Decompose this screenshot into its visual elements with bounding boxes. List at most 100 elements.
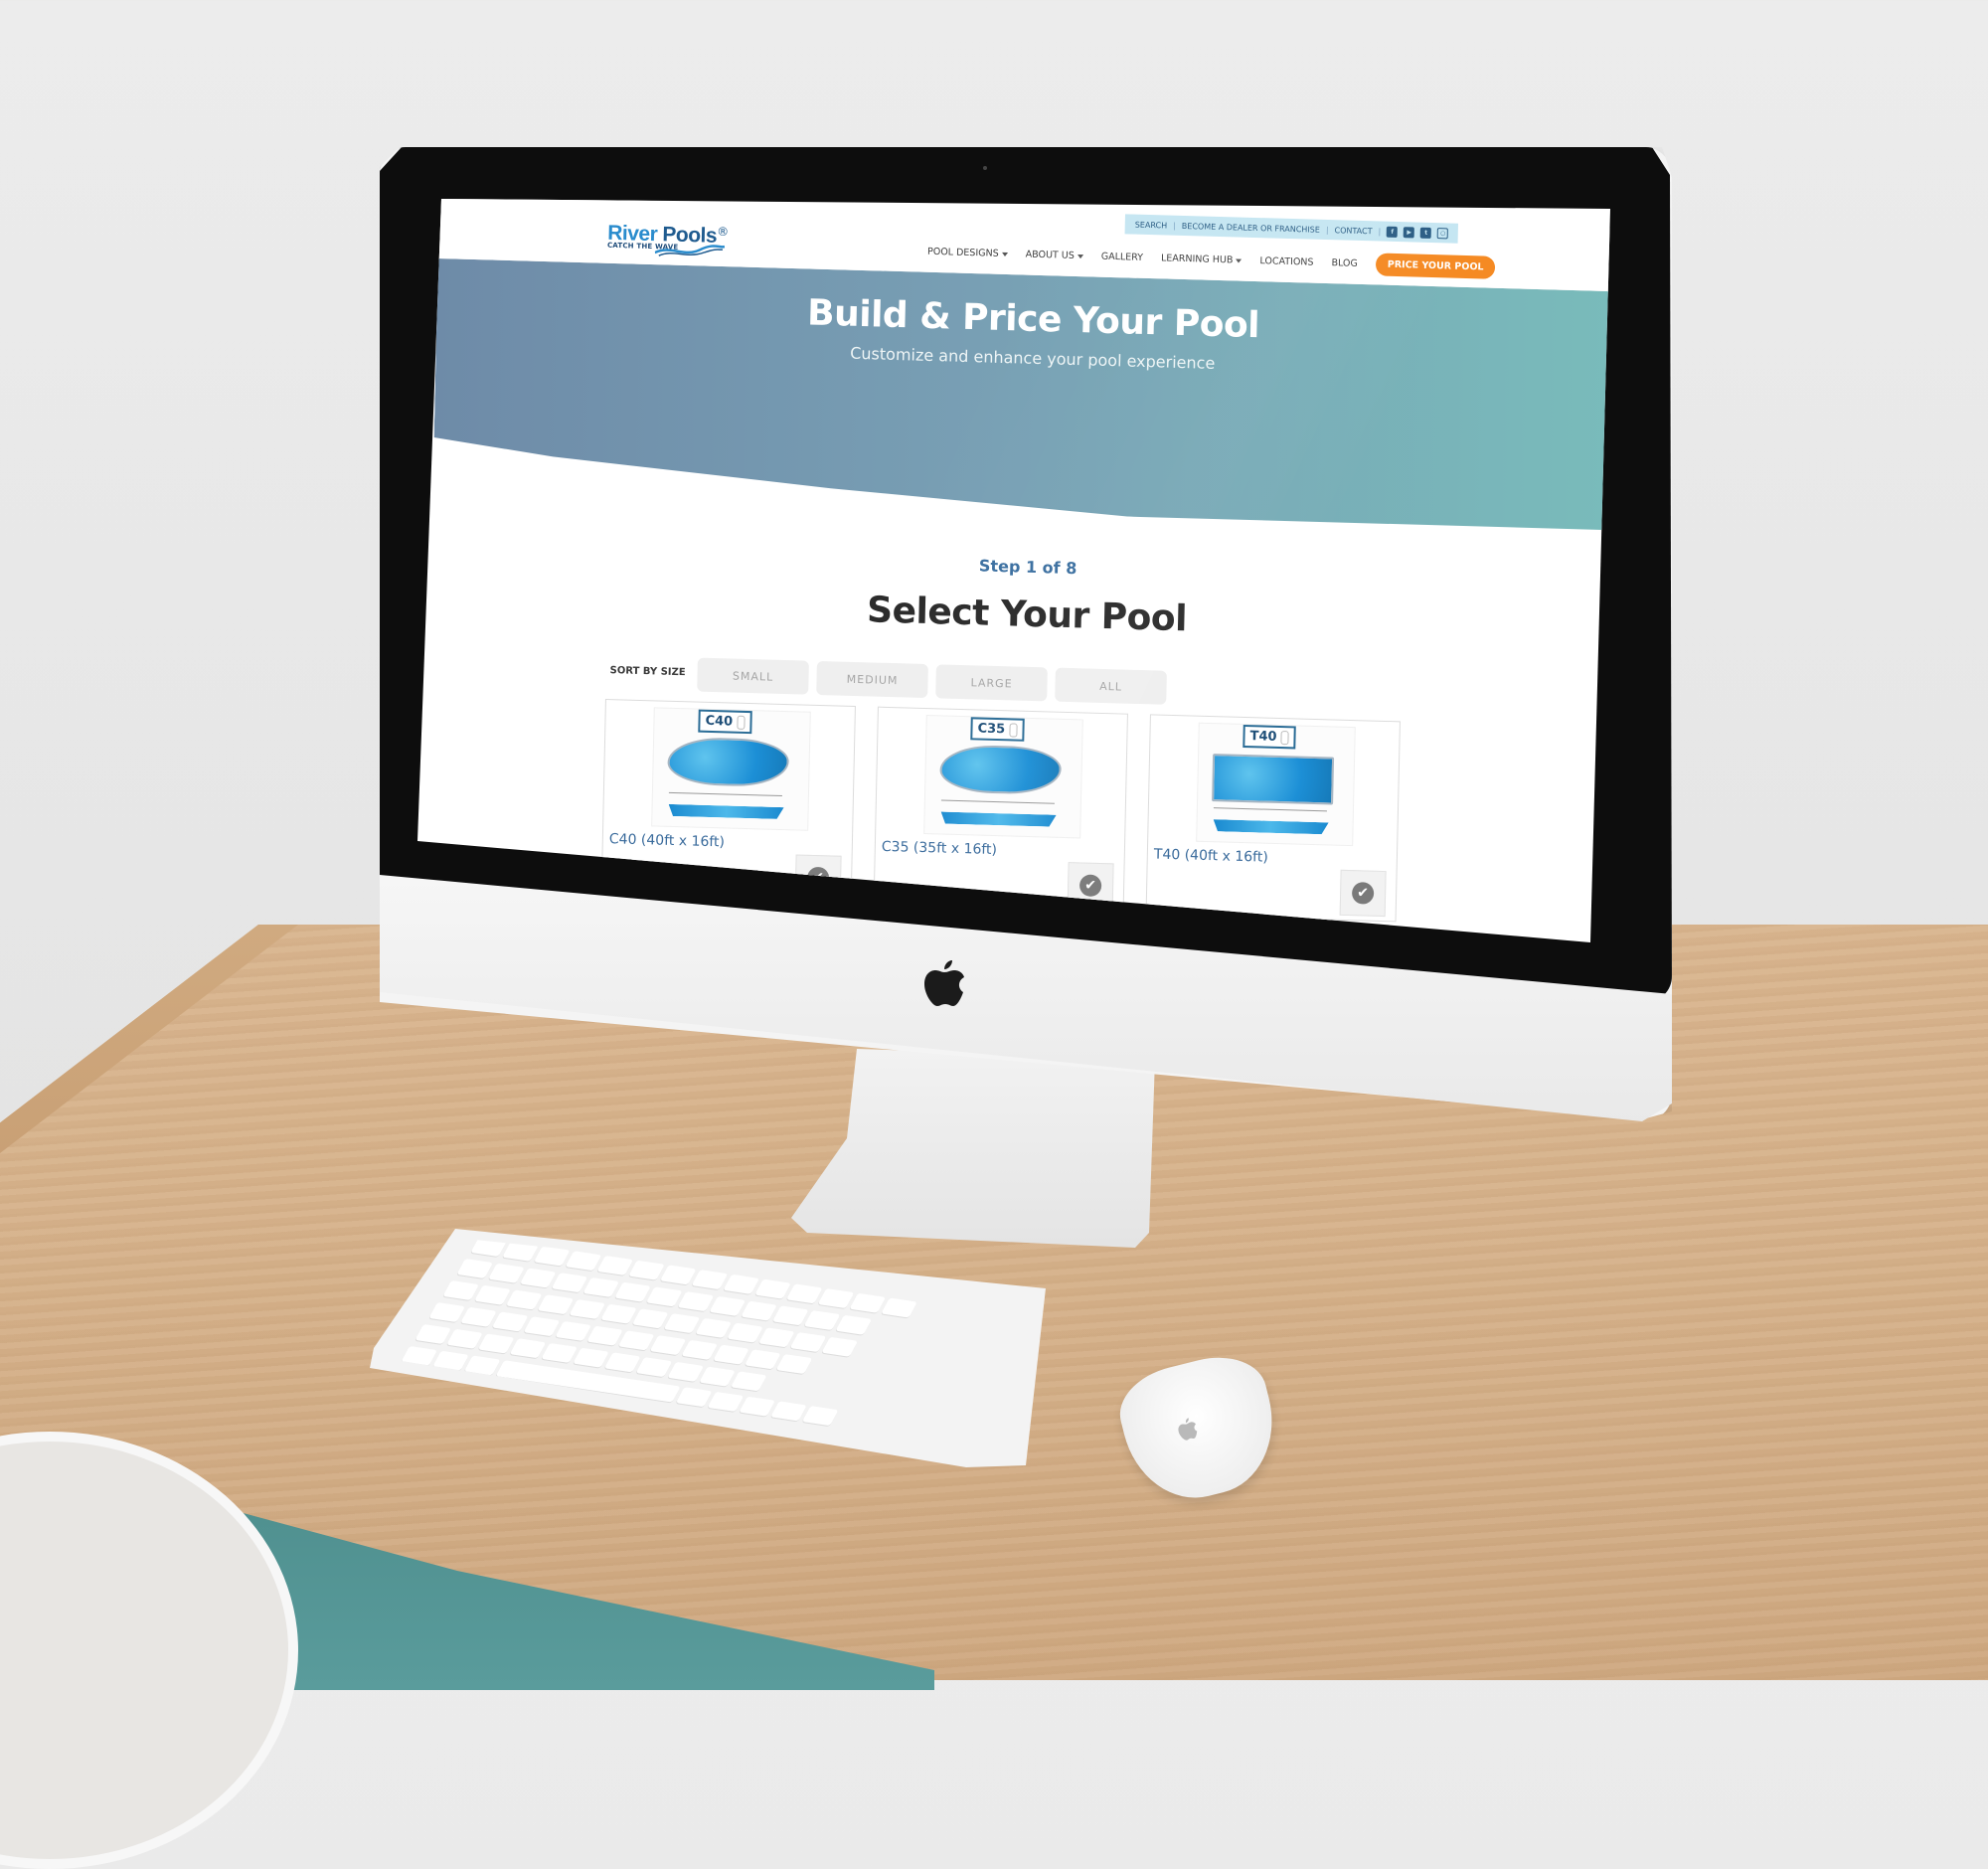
key [505, 1289, 543, 1310]
pool-card-t40[interactable]: T40 T40 (40ft x 16ft) ✔ [1145, 714, 1401, 923]
key [775, 1354, 813, 1375]
nav-label: BLOG [1331, 257, 1358, 269]
key [785, 1283, 823, 1304]
website: River Pools® CATCH THE WAVE SEARCH | BEC… [422, 199, 1610, 942]
separator: | [1325, 225, 1329, 235]
check-icon: ✔ [1351, 882, 1375, 905]
key [757, 1327, 795, 1348]
key [603, 1352, 641, 1373]
key [770, 1401, 807, 1422]
check-icon: ✔ [1078, 874, 1102, 898]
key [821, 1336, 859, 1357]
sort-medium-button[interactable]: MEDIUM [816, 660, 928, 699]
nav-gallery[interactable]: GALLERY [1101, 252, 1143, 263]
pool-side-view [940, 812, 1056, 827]
nav-about-us[interactable]: ABOUT US [1026, 250, 1083, 262]
pool-code: C35 [977, 721, 1006, 738]
apple-logo-icon [1178, 1418, 1198, 1441]
key [582, 1276, 620, 1297]
key [488, 1263, 525, 1283]
nav-learning-hub[interactable]: LEARNING HUB [1161, 253, 1242, 265]
key [849, 1292, 887, 1313]
key [456, 1259, 494, 1279]
pool-top-view [1212, 754, 1335, 805]
sort-all-button[interactable]: ALL [1055, 667, 1167, 705]
facebook-icon[interactable]: f [1387, 226, 1399, 238]
pool-card-c35[interactable]: C35 C35 (35ft x 16ft) ✔ [873, 706, 1128, 915]
key [835, 1314, 873, 1335]
key [509, 1338, 547, 1359]
key [428, 1302, 466, 1323]
apple-logo-icon [924, 960, 964, 1006]
key [803, 1310, 841, 1331]
pool-diagram: T40 [1196, 722, 1356, 847]
key [677, 1291, 715, 1312]
youtube-icon[interactable]: ▶ [1404, 226, 1415, 238]
utility-link-contact[interactable]: CONTACT [1334, 226, 1372, 236]
pool-side-view [1213, 819, 1328, 834]
key [596, 1255, 634, 1275]
camera-dot [983, 166, 987, 170]
key [533, 1246, 571, 1267]
separator: | [1173, 221, 1176, 231]
key [771, 1305, 809, 1326]
utility-link-dealer[interactable]: BECOME A DEALER OR FRANCHISE [1182, 221, 1320, 234]
key [460, 1306, 497, 1327]
pool-code-badge: T40 [1242, 724, 1296, 750]
key [631, 1308, 669, 1329]
key [477, 1333, 515, 1354]
pool-name: T40 (40ft x 16ft) [1153, 846, 1268, 866]
imac-screen: River Pools® CATCH THE WAVE SEARCH | BEC… [417, 199, 1610, 942]
key [744, 1349, 781, 1370]
key [801, 1406, 839, 1427]
key [628, 1260, 665, 1280]
pool-shape-icon [737, 715, 746, 730]
key [635, 1357, 673, 1378]
sort-label: SORT BY SIZE [609, 665, 686, 679]
key [551, 1273, 588, 1293]
key [491, 1311, 529, 1332]
key [474, 1284, 511, 1305]
sort-large-button[interactable]: LARGE [935, 664, 1048, 702]
select-pool-button[interactable]: ✔ [1339, 869, 1387, 918]
key [600, 1303, 637, 1324]
pool-name: C40 (40ft x 16ft) [608, 831, 726, 851]
key [817, 1288, 855, 1309]
key [667, 1361, 705, 1382]
logo-registered-mark: ® [717, 224, 730, 240]
key [565, 1251, 602, 1272]
pool-top-view [667, 736, 790, 788]
pool-top-view [939, 744, 1063, 795]
key [649, 1335, 687, 1356]
caret-down-icon [1001, 252, 1008, 256]
river-pools-logo[interactable]: River Pools® CATCH THE WAVE [607, 222, 730, 256]
caret-down-icon [1077, 254, 1083, 258]
instagram-icon[interactable]: ○ [1437, 227, 1449, 239]
pool-shape-icon [1280, 730, 1289, 745]
price-your-pool-button[interactable]: PRICE YOUR POOL [1375, 253, 1496, 279]
key [730, 1371, 767, 1392]
key [555, 1320, 592, 1341]
nav-label: GALLERY [1100, 251, 1144, 263]
pool-diagram: C35 [923, 715, 1083, 839]
key [541, 1342, 579, 1363]
pool-code: T40 [1249, 729, 1277, 745]
key [537, 1294, 575, 1315]
key [691, 1270, 729, 1290]
utility-link-search[interactable]: SEARCH [1135, 220, 1168, 230]
nav-blog[interactable]: BLOG [1331, 257, 1358, 269]
pool-shape-icon [1009, 722, 1018, 738]
sort-by-size: SORT BY SIZE SMALL MEDIUM LARGE ALL [609, 655, 1167, 705]
pool-code-badge: C40 [698, 709, 752, 735]
key [573, 1347, 609, 1368]
key [754, 1278, 791, 1299]
key [569, 1298, 606, 1319]
key [741, 1300, 777, 1321]
sort-small-button[interactable]: SMALL [697, 657, 809, 695]
key [709, 1295, 746, 1316]
nav-pool-designs[interactable]: POOL DESIGNS [927, 247, 1008, 259]
twitter-icon[interactable]: t [1420, 227, 1432, 239]
nav-locations[interactable]: LOCATIONS [1259, 255, 1313, 268]
dimension-line [940, 799, 1055, 804]
key [446, 1328, 483, 1349]
